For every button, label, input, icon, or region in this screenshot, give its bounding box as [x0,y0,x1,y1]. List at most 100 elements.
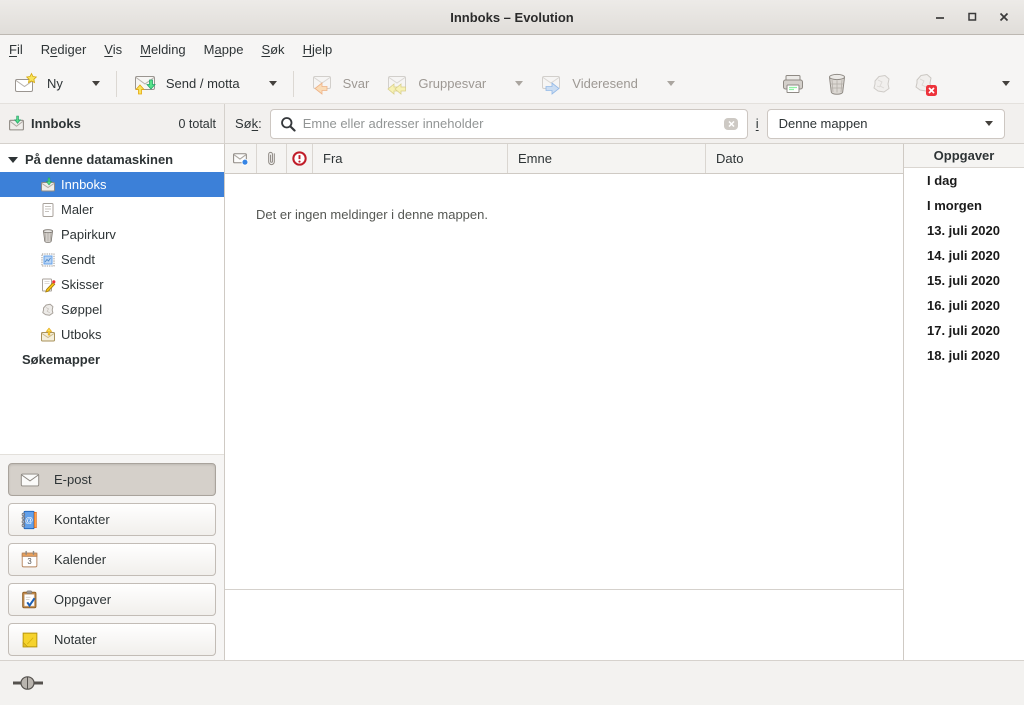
sidebar-item-label: Innboks [61,177,107,192]
search-area: Søk: i Denne mappen [225,104,1024,143]
new-mail-icon [14,72,38,96]
junk-button[interactable] [868,71,894,97]
forward-button[interactable]: Videresend [531,68,683,100]
task-pane: Oppgaver I dag I morgen 13. juli 2020 14… [904,144,1024,660]
empty-folder-message: Det er ingen meldinger i denne mappen. [225,174,903,222]
status-bar [0,660,1024,705]
search-input[interactable] [303,116,717,131]
column-priority[interactable] [287,144,313,173]
task-item-date[interactable]: 14. juli 2020 [904,243,1024,268]
sidebar-item-label: Maler [61,202,94,217]
new-message-dropdown-arrow[interactable] [92,81,100,86]
sidebar-item-soppel[interactable]: Søppel [0,297,224,322]
reply-button[interactable]: Svar [302,68,378,100]
forward-label: Videresend [572,76,638,91]
message-list-pane: Fra Emne Dato Det er ingen meldinger i d… [225,144,904,660]
group-reply-dropdown-arrow[interactable] [515,81,523,86]
read-status-icon [232,150,249,167]
switcher-label: Kalender [54,552,106,567]
new-message-label: Ny [47,76,63,91]
maximize-button[interactable] [962,7,982,27]
group-reply-label: Gruppesvar [418,76,486,91]
task-pane-header[interactable]: Oppgaver [904,144,1024,168]
toolbar-overflow-arrow[interactable] [1002,81,1010,86]
column-subject[interactable]: Emne [508,144,706,173]
send-receive-dropdown-arrow[interactable] [269,81,277,86]
toolbar-right-group [780,71,1018,97]
junk-icon [869,72,893,96]
sidebar-item-label: Papirkurv [61,227,116,242]
tree-root-label: På denne datamaskinen [25,152,173,167]
menu-vis[interactable]: Vis [95,37,131,62]
tree-root-on-this-computer[interactable]: På denne datamaskinen [0,147,224,172]
group-reply-icon [385,72,409,96]
menu-sok[interactable]: Søk [252,37,293,62]
message-list-area: Det er ingen meldinger i denne mappen. [225,174,903,590]
switcher-tasks-button[interactable]: Oppgaver [8,583,216,616]
search-folders-label: Søkemapper [22,352,100,367]
sidebar-item-utboks[interactable]: Utboks [0,322,224,347]
menu-rediger[interactable]: Rediger [32,37,96,62]
task-item-date[interactable]: 17. juli 2020 [904,318,1024,343]
sidebar-item-maler[interactable]: Maler [0,197,224,222]
trash-folder-icon [40,227,56,243]
svg-text:3: 3 [27,557,31,566]
search-scope-dropdown[interactable]: Denne mappen [767,109,1005,139]
task-item-date[interactable]: 15. juli 2020 [904,268,1024,293]
switcher-label: E-post [54,472,92,487]
sidebar-item-sendt[interactable]: Sendt [0,247,224,272]
minimize-button[interactable] [930,7,950,27]
task-item-date[interactable]: 13. juli 2020 [904,218,1024,243]
sidebar-item-innboks[interactable]: Innboks [0,172,224,197]
menu-fil[interactable]: Fil [0,37,32,62]
send-receive-button[interactable]: Send / motta [125,68,285,100]
column-read-status[interactable] [225,144,257,173]
expander-icon[interactable] [8,157,18,163]
online-status-icon[interactable] [12,675,44,691]
task-item-tomorrow[interactable]: I morgen [904,193,1024,218]
new-message-button[interactable]: Ny [6,68,108,100]
folder-message-count: 0 totalt [178,117,216,131]
task-item-date[interactable]: 16. juli 2020 [904,293,1024,318]
toolbar-separator [293,71,294,97]
menu-mappe[interactable]: Mappe [195,37,253,62]
column-from[interactable]: Fra [313,144,508,173]
calendar-icon: 3 [19,549,41,571]
task-item-today[interactable]: I dag [904,168,1024,193]
switcher-label: Oppgaver [54,592,111,607]
close-button[interactable] [994,7,1014,27]
menubar: Fil Rediger Vis Melding Mappe Søk Hjelp [0,35,1024,64]
forward-dropdown-arrow[interactable] [667,81,675,86]
sidebar-item-papirkurv[interactable]: Papirkurv [0,222,224,247]
menu-melding[interactable]: Melding [131,37,195,62]
folder-tree: På denne datamaskinen Innboks Maler [0,144,224,454]
menu-hjelp[interactable]: Hjelp [294,37,342,62]
switcher-contacts-button[interactable]: @ Kontakter [8,503,216,536]
not-junk-button[interactable] [912,71,938,97]
titlebar: Innboks – Evolution [0,0,1024,35]
delete-button[interactable] [824,71,850,97]
window-controls [930,7,1024,27]
sidebar-item-skisser[interactable]: Skisser [0,272,224,297]
mail-icon [19,469,41,491]
trash-icon [825,72,849,96]
print-button[interactable] [780,71,806,97]
reply-label: Svar [343,76,370,91]
search-in-label: i [756,116,759,131]
junk-folder-icon [40,302,56,318]
column-attachment[interactable] [257,144,287,173]
task-item-date[interactable]: 18. juli 2020 [904,343,1024,368]
task-pane-title: Oppgaver [934,148,995,163]
switcher-mail-button[interactable]: E-post [8,463,216,496]
print-icon [781,72,805,96]
switcher-memos-button[interactable]: Notater [8,623,216,656]
tree-root-search-folders[interactable]: Søkemapper [0,347,224,372]
sidebar-item-label: Søppel [61,302,102,317]
send-receive-label: Send / motta [166,76,240,91]
group-reply-button[interactable]: Gruppesvar [377,68,531,100]
memos-icon [19,629,41,651]
tasks-icon [19,589,41,611]
switcher-calendar-button[interactable]: 3 Kalender [8,543,216,576]
column-date[interactable]: Dato [706,144,903,173]
clear-search-icon[interactable] [723,116,739,132]
